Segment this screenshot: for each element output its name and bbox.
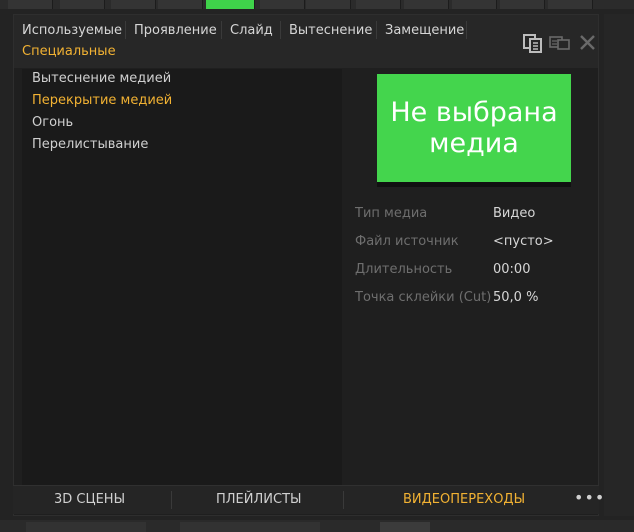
tab-separator (280, 21, 281, 39)
tab-playlists[interactable]: ПЛЕЙЛИСТЫ (216, 492, 301, 507)
bottom-tab-bar: 3D СЦЕНЫ ПЛЕЙЛИСТЫ ВИДЕОПЕРЕХОДЫ (13, 485, 599, 514)
effects-list: Вытеснение медией Перекрытие медией Огон… (22, 69, 342, 487)
tab-separator (343, 491, 344, 509)
effect-item-media-overlay[interactable]: Перекрытие медией (32, 93, 172, 108)
tab-replacement[interactable]: Замещение (385, 23, 464, 38)
close-icon[interactable] (577, 33, 599, 53)
toolbar-segment[interactable] (380, 522, 430, 532)
tab-wipe[interactable]: Вытеснение (289, 23, 372, 38)
toolbar-segment[interactable] (60, 0, 105, 9)
tab-3d-scenes[interactable]: 3D СЦЕНЫ (54, 492, 125, 507)
transitions-panel: Используемые Проявление Слайд Вытеснение… (13, 14, 599, 516)
effect-item-media-wipe[interactable]: Вытеснение медией (32, 71, 171, 86)
prop-value-source-file: <пусто> (493, 234, 554, 249)
tab-separator (376, 21, 377, 39)
sync-icon[interactable] (549, 33, 571, 53)
prop-label-media-type: Тип медиа (355, 206, 428, 221)
bottom-toolbar-strip (0, 520, 634, 532)
tab-used[interactable]: Используемые (22, 23, 122, 38)
tab-slide[interactable]: Слайд (230, 23, 273, 38)
toolbar-segment-active[interactable] (206, 0, 255, 9)
tab-special[interactable]: Специальные (22, 44, 116, 59)
preview-line-2: медиа (429, 128, 519, 159)
preview-shadow (377, 182, 571, 187)
toolbar-segment[interactable] (306, 0, 351, 9)
tab-video-transitions[interactable]: ВИДЕОПЕРЕХОДЫ (403, 492, 525, 507)
toolbar-segment[interactable] (404, 0, 449, 9)
media-preview[interactable]: Не выбрана медиа (377, 74, 571, 182)
more-options-button[interactable]: ••• (574, 488, 604, 510)
effect-item-page-flip[interactable]: Перелистывание (32, 137, 148, 152)
toolbar-segment[interactable] (356, 0, 401, 9)
toolbar-segment[interactable] (26, 522, 146, 532)
top-toolbar-strip (0, 0, 634, 9)
tab-separator (125, 21, 126, 39)
prop-value-media-type: Видео (493, 206, 536, 221)
prop-value-duration: 00:00 (493, 262, 531, 277)
prop-label-duration: Длительность (355, 262, 453, 277)
tab-separator (466, 21, 467, 39)
prop-label-cut-point: Точка склейки (Cut) (355, 290, 492, 305)
toolbar-segment[interactable] (158, 0, 203, 9)
prop-label-source-file: Файл источник (355, 234, 459, 249)
preview-line-1: Не выбрана (390, 97, 558, 128)
toolbar-segment[interactable] (111, 0, 156, 9)
effect-item-fire[interactable]: Огонь (32, 115, 73, 130)
category-tab-bar: Используемые Проявление Слайд Вытеснение… (14, 15, 598, 68)
prop-value-cut-point: 50,0 % (493, 290, 539, 305)
tab-separator (221, 21, 222, 39)
tab-separator (171, 491, 172, 509)
tab-appearance[interactable]: Проявление (134, 23, 217, 38)
toolbar-segment[interactable] (8, 0, 53, 9)
toolbar-segment[interactable] (548, 0, 593, 9)
toolbar-segment[interactable] (260, 0, 305, 9)
preview-placeholder: Не выбрана медиа (390, 97, 557, 159)
toolbar-segment[interactable] (500, 0, 545, 9)
toolbar-segment[interactable] (180, 522, 320, 532)
copy-icon[interactable] (522, 33, 544, 53)
toolbar-segment[interactable] (452, 0, 497, 9)
right-side-panel (604, 14, 634, 516)
